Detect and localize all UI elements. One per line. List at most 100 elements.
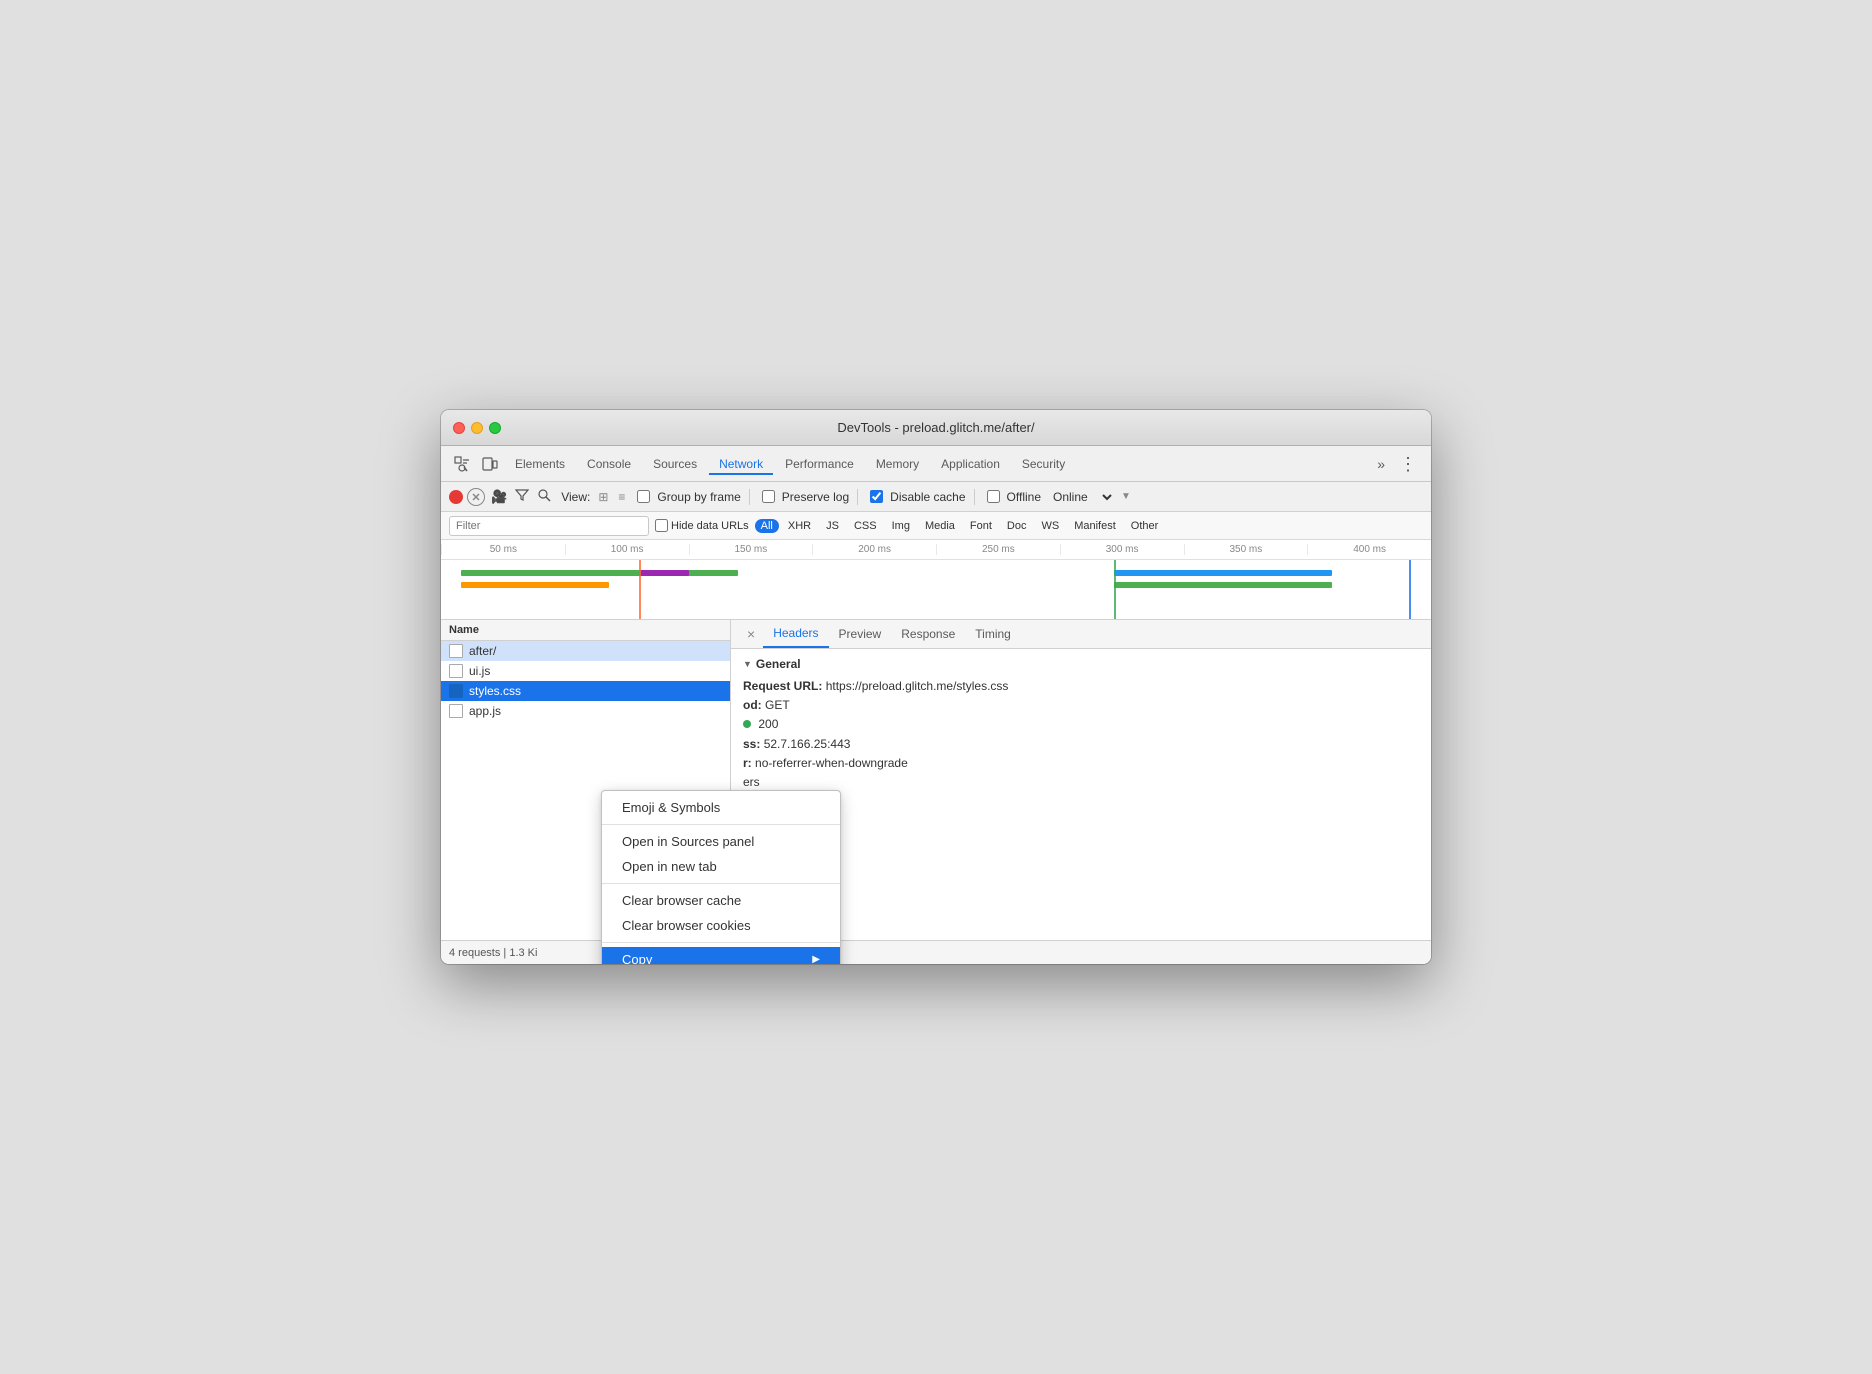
- clear-button[interactable]: [467, 488, 485, 506]
- filter-js[interactable]: JS: [820, 519, 845, 533]
- context-menu-container: Emoji & Symbols Open in Sources panel Op…: [601, 790, 841, 964]
- file-name-after: after/: [469, 644, 496, 658]
- filter-font[interactable]: Font: [964, 519, 998, 533]
- camera-icon[interactable]: 🎥: [489, 487, 509, 507]
- file-item-stylescss[interactable]: styles.css: [441, 681, 730, 701]
- menu-clear-cache[interactable]: Clear browser cache: [602, 888, 840, 913]
- address-label: ss:: [743, 737, 760, 751]
- tl-bar-1: [461, 570, 738, 576]
- filter-other[interactable]: Other: [1125, 519, 1165, 533]
- window-title: DevTools - preload.glitch.me/after/: [837, 420, 1034, 435]
- tab-elements[interactable]: Elements: [505, 453, 575, 475]
- status-bar: 4 requests | 1.3 Ki: [441, 940, 1431, 964]
- filter-manifest[interactable]: Manifest: [1068, 519, 1122, 533]
- address-row: ss: 52.7.166.25:443: [743, 735, 1419, 754]
- group-by-frame-label: Group by frame: [657, 490, 740, 504]
- filter-img[interactable]: Img: [886, 519, 916, 533]
- offline-checkbox[interactable]: [987, 490, 1000, 503]
- file-icon-appjs: [449, 704, 463, 718]
- throttle-arrow: ▼: [1121, 491, 1131, 502]
- filter-input[interactable]: [449, 516, 649, 536]
- devtools-window: DevTools - preload.glitch.me/after/ Elem…: [441, 410, 1431, 964]
- tick-250ms: 250 ms: [936, 544, 1060, 555]
- file-name-stylescss: styles.css: [469, 684, 521, 698]
- request-url-label: Request URL:: [743, 679, 822, 693]
- tl-marker-2: [1114, 560, 1116, 620]
- tl-marker-3: [1409, 560, 1411, 620]
- file-item-uijs[interactable]: ui.js: [441, 661, 730, 681]
- tab-network[interactable]: Network: [709, 453, 773, 475]
- network-toolbar: 🎥 View: ⊞ ≡ Group by frame Preserve log …: [441, 482, 1431, 512]
- address-value: 52.7.166.25:443: [764, 737, 851, 751]
- tl-bar-4: [1114, 570, 1332, 576]
- hide-data-urls-checkbox[interactable]: [655, 519, 668, 532]
- search-icon[interactable]: [535, 486, 553, 507]
- devtools-tab-bar: Elements Console Sources Network Perform…: [441, 446, 1431, 482]
- tick-300ms: 300 ms: [1060, 544, 1184, 555]
- tab-application[interactable]: Application: [931, 453, 1010, 475]
- referrer-row: r: no-referrer-when-downgrade: [743, 754, 1419, 773]
- timeline-ruler: 50 ms 100 ms 150 ms 200 ms 250 ms 300 ms…: [441, 540, 1431, 560]
- inspect-icon[interactable]: [449, 451, 475, 477]
- referrer-value: no-referrer-when-downgrade: [755, 756, 908, 770]
- tick-100ms: 100 ms: [565, 544, 689, 555]
- group-by-frame-checkbox[interactable]: [637, 490, 650, 503]
- hide-data-urls-label: Hide data URLs: [655, 519, 749, 532]
- maximize-button[interactable]: [489, 422, 501, 434]
- filter-ws[interactable]: WS: [1035, 519, 1065, 533]
- tick-200ms: 200 ms: [812, 544, 936, 555]
- file-item-appjs[interactable]: app.js: [441, 701, 730, 721]
- menu-copy[interactable]: Copy: [602, 947, 840, 964]
- tab-preview[interactable]: Preview: [829, 621, 892, 647]
- filter-all[interactable]: All: [755, 519, 779, 533]
- record-button[interactable]: [449, 490, 463, 504]
- responsive-icon[interactable]: [477, 451, 503, 477]
- menu-open-new-tab[interactable]: Open in new tab: [602, 854, 840, 879]
- context-menu: Emoji & Symbols Open in Sources panel Op…: [601, 790, 841, 964]
- tab-timing[interactable]: Timing: [965, 621, 1021, 647]
- view-label: View:: [561, 490, 590, 504]
- tab-sources[interactable]: Sources: [643, 453, 707, 475]
- devtools-menu-button[interactable]: ⋮: [1393, 451, 1423, 477]
- tl-bar-2: [461, 582, 610, 588]
- request-url-row: Request URL: https://preload.glitch.me/s…: [743, 677, 1419, 696]
- tab-response[interactable]: Response: [891, 621, 965, 647]
- method-label: od:: [743, 698, 762, 712]
- tab-headers[interactable]: Headers: [763, 620, 828, 648]
- tab-security[interactable]: Security: [1012, 453, 1075, 475]
- more-tabs-button[interactable]: »: [1371, 452, 1391, 476]
- file-item-after[interactable]: after/: [441, 641, 730, 661]
- waterfall-view-icon[interactable]: ≡: [614, 488, 629, 506]
- list-view-icon[interactable]: ⊞: [594, 488, 612, 506]
- titlebar: DevTools - preload.glitch.me/after/: [441, 410, 1431, 446]
- general-section-title: General: [743, 657, 1419, 671]
- timeline-area: 50 ms 100 ms 150 ms 200 ms 250 ms 300 ms…: [441, 540, 1431, 620]
- filter-doc[interactable]: Doc: [1001, 519, 1033, 533]
- preserve-log-checkbox[interactable]: [762, 490, 775, 503]
- toolbar-separator-2: [857, 489, 858, 505]
- tick-400ms: 400 ms: [1307, 544, 1431, 555]
- file-list-header: Name: [441, 620, 730, 641]
- name-column-header: Name: [449, 624, 479, 636]
- menu-clear-cookies[interactable]: Clear browser cookies: [602, 913, 840, 938]
- throttle-select[interactable]: Online Slow 3G Fast 3G: [1049, 489, 1115, 505]
- tl-bar-3: [639, 570, 689, 576]
- tab-console[interactable]: Console: [577, 453, 641, 475]
- panel-close-button[interactable]: ×: [739, 622, 763, 646]
- tick-350ms: 350 ms: [1184, 544, 1308, 555]
- filter-bar: Hide data URLs All XHR JS CSS Img Media …: [441, 512, 1431, 540]
- traffic-lights: [453, 422, 501, 434]
- headers-section-text: ers: [743, 775, 760, 789]
- close-button[interactable]: [453, 422, 465, 434]
- filter-xhr[interactable]: XHR: [782, 519, 817, 533]
- menu-open-sources[interactable]: Open in Sources panel: [602, 829, 840, 854]
- menu-emoji-symbols[interactable]: Emoji & Symbols: [602, 795, 840, 820]
- filter-icon[interactable]: [513, 486, 531, 507]
- disable-cache-checkbox[interactable]: [870, 490, 883, 503]
- main-content: Name after/ ui.js styles.css app.js ×: [441, 620, 1431, 940]
- filter-media[interactable]: Media: [919, 519, 961, 533]
- filter-css[interactable]: CSS: [848, 519, 883, 533]
- minimize-button[interactable]: [471, 422, 483, 434]
- tab-memory[interactable]: Memory: [866, 453, 929, 475]
- tab-performance[interactable]: Performance: [775, 453, 864, 475]
